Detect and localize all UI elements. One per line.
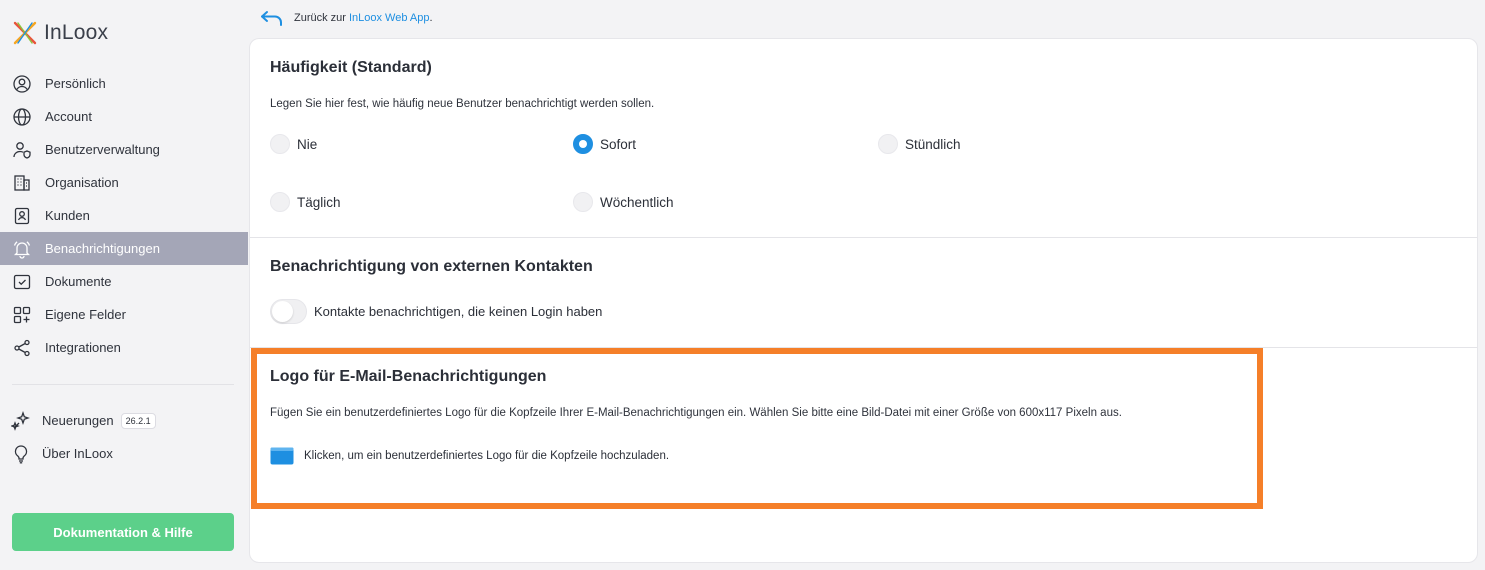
sidebar-nav: Persönlich Account Benutzerverwaltung Or… bbox=[0, 67, 248, 364]
external-title: Benachrichtigung von externen Kontakten bbox=[270, 258, 593, 275]
sidebar-item-benachrichtigungen[interactable]: Benachrichtigungen bbox=[0, 232, 248, 265]
sidebar-item-integrationen[interactable]: Integrationen bbox=[0, 331, 248, 364]
sidebar-item-account[interactable]: Account bbox=[0, 100, 248, 133]
app-logo[interactable]: InLoox bbox=[12, 20, 108, 46]
sidebar-item-label: Kunden bbox=[45, 208, 90, 223]
radio-woechentlich[interactable]: Wöchentlich bbox=[573, 192, 674, 212]
radio-taeglich[interactable]: Täglich bbox=[270, 192, 341, 212]
toggle-label: Kontakte benachrichtigen, die keinen Log… bbox=[314, 304, 603, 319]
sidebar-secondary-nav: Neuerungen 26.2.1 Über InLoox bbox=[0, 404, 248, 470]
sidebar-item-kunden[interactable]: Kunden bbox=[0, 199, 248, 232]
radio-label: Sofort bbox=[600, 136, 637, 152]
back-to-web-app[interactable]: Zurück zur InLoox Web App. bbox=[260, 8, 433, 28]
frequency-description: Legen Sie hier fest, wie häufig neue Ben… bbox=[270, 98, 655, 110]
folder-check-icon bbox=[12, 272, 32, 292]
back-arrow-icon bbox=[261, 11, 282, 26]
radio-circle[interactable] bbox=[573, 192, 593, 212]
sidebar-item-label: Dokumente bbox=[45, 274, 112, 289]
sidebar-item-label: Über InLoox bbox=[42, 446, 113, 461]
sidebar-item-label: Integrationen bbox=[45, 340, 121, 355]
back-link-text[interactable]: InLoox Web App bbox=[349, 12, 430, 24]
sidebar-item-benutzerverwaltung[interactable]: Benutzerverwaltung bbox=[0, 133, 248, 166]
inloox-logo-icon bbox=[13, 21, 37, 45]
sidebar-item-label: Account bbox=[45, 109, 92, 124]
radio-nie[interactable]: Nie bbox=[270, 134, 317, 154]
radio-label: Wöchentlich bbox=[600, 194, 674, 210]
lightbulb-icon bbox=[11, 444, 31, 464]
radio-sofort[interactable]: Sofort bbox=[573, 134, 636, 154]
sidebar-item-eigene-felder[interactable]: Eigene Felder bbox=[0, 298, 248, 331]
sidebar-item-label: Neuerungen bbox=[42, 413, 114, 428]
back-prefix: Zurück zur bbox=[294, 12, 346, 24]
sidebar-item-persoenlich[interactable]: Persönlich bbox=[0, 67, 248, 100]
radio-label: Täglich bbox=[297, 194, 341, 210]
users-shield-icon bbox=[12, 140, 32, 160]
grid-plus-icon bbox=[12, 305, 32, 325]
logo-text: InLoox bbox=[44, 21, 109, 44]
bell-icon bbox=[12, 239, 32, 259]
building-icon bbox=[12, 173, 32, 193]
sidebar-item-label: Benachrichtigungen bbox=[45, 241, 160, 256]
external-toggle-row[interactable]: Kontakte benachrichtigen, die keinen Log… bbox=[270, 299, 602, 324]
sparkle-icon bbox=[11, 410, 31, 431]
sidebar-item-dokumente[interactable]: Dokumente bbox=[0, 265, 248, 298]
globe-icon bbox=[12, 107, 32, 127]
radio-circle[interactable] bbox=[270, 192, 290, 212]
radio-circle[interactable] bbox=[878, 134, 898, 154]
section-divider bbox=[250, 237, 1477, 238]
notify-contacts-toggle[interactable] bbox=[270, 299, 307, 324]
back-suffix: . bbox=[429, 12, 433, 24]
sidebar-item-label: Benutzerverwaltung bbox=[45, 142, 160, 157]
contact-book-icon bbox=[12, 206, 32, 226]
sidebar-item-ueber-inloox[interactable]: Über InLoox bbox=[0, 437, 248, 470]
sidebar-item-organisation[interactable]: Organisation bbox=[0, 166, 248, 199]
version-badge: 26.2.1 bbox=[120, 412, 156, 429]
sidebar: InLoox Persönlich Account Benutzerverwal… bbox=[0, 0, 248, 570]
sidebar-item-label: Eigene Felder bbox=[45, 307, 126, 322]
documentation-help-button[interactable]: Dokumentation & Hilfe bbox=[12, 513, 234, 551]
sidebar-item-label: Organisation bbox=[45, 175, 119, 190]
highlight-frame bbox=[251, 348, 1263, 509]
radio-stuendlich[interactable]: Stündlich bbox=[878, 134, 961, 154]
radio-label: Stündlich bbox=[905, 136, 961, 152]
radio-circle[interactable] bbox=[573, 134, 593, 154]
radio-label: Nie bbox=[297, 136, 318, 152]
sidebar-item-neuerungen[interactable]: Neuerungen 26.2.1 bbox=[0, 404, 248, 437]
share-nodes-icon bbox=[12, 338, 32, 358]
frequency-title: Häufigkeit (Standard) bbox=[270, 59, 432, 76]
sidebar-item-label: Persönlich bbox=[45, 76, 106, 91]
sidebar-divider bbox=[12, 384, 234, 385]
radio-circle[interactable] bbox=[270, 134, 290, 154]
user-circle-icon bbox=[12, 74, 32, 94]
